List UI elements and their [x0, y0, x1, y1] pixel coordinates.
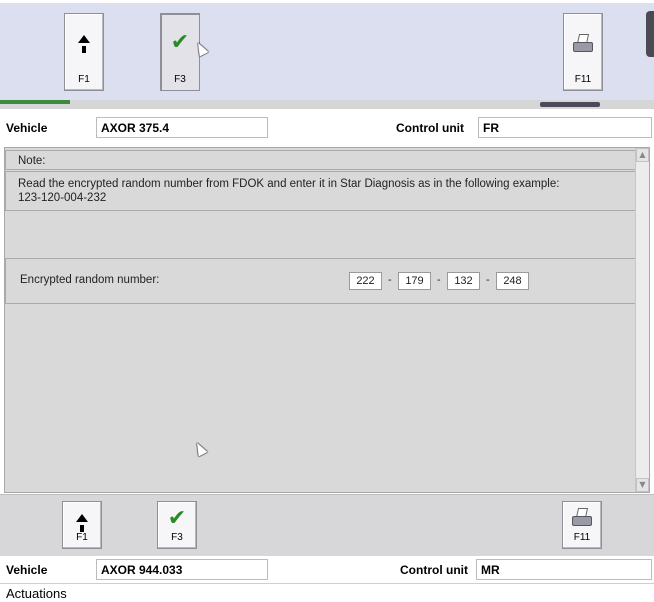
separator: - — [437, 274, 441, 286]
window-edge — [646, 11, 654, 57]
f11-key-label: F11 — [574, 74, 592, 85]
note-text-line2: 123-120-004-232 — [18, 192, 107, 204]
f11-print-button[interactable]: F11 — [562, 501, 602, 549]
dialog-panel: Note: Read the encrypted random number f… — [4, 147, 650, 493]
f1-back-button[interactable]: F1 — [62, 501, 102, 549]
top-toolbar: F1 ✔ F3 F11 — [0, 0, 654, 100]
vehicle-info-row: Vehicle AXOR 375.4 Control unit FR — [0, 115, 654, 141]
vehicle-label: Vehicle — [6, 563, 48, 577]
vehicle-field: AXOR 375.4 — [96, 117, 268, 138]
arrow-up-icon — [63, 511, 101, 532]
bottom-toolbar: F1 ✔ F3 F11 — [0, 494, 654, 556]
encrypted-number-field-3[interactable]: 132 — [447, 272, 480, 290]
vehicle-info-row: Vehicle AXOR 944.033 Control unit MR — [0, 557, 654, 583]
printer-icon — [564, 34, 602, 57]
vehicle-field: AXOR 944.033 — [96, 559, 268, 580]
f3-key-label: F3 — [174, 74, 186, 85]
checkmark-icon: ✔ — [167, 506, 187, 531]
control-unit-label: Control unit — [400, 563, 468, 577]
scroll-down-icon[interactable]: ▼ — [636, 478, 649, 492]
note-heading: Note: — [5, 150, 637, 170]
f1-back-button[interactable]: F1 — [64, 13, 104, 91]
f3-key-label: F3 — [171, 532, 183, 543]
encrypted-number-section: Encrypted random number: 222 - 179 - 132… — [5, 258, 637, 304]
checkmark-icon: ✔ — [170, 30, 190, 55]
control-unit-field: FR — [478, 117, 652, 138]
f11-print-button[interactable]: F11 — [563, 13, 603, 91]
scroll-up-icon[interactable]: ▲ — [636, 148, 649, 162]
separator: - — [486, 274, 490, 286]
f3-confirm-button[interactable]: ✔ F3 — [157, 501, 197, 549]
note-text-line1: Read the encrypted random number from FD… — [18, 178, 560, 190]
f1-key-label: F1 — [78, 74, 90, 85]
f1-key-label: F1 — [76, 532, 88, 543]
encrypted-number-field-1[interactable]: 222 — [349, 272, 382, 290]
actuations-section-label[interactable]: Actuations — [0, 583, 654, 602]
f3-confirm-button[interactable]: ✔ F3 — [160, 13, 200, 91]
separator: - — [388, 274, 392, 286]
f11-key-label: F11 — [573, 532, 591, 543]
vehicle-label: Vehicle — [6, 121, 48, 135]
encrypted-number-label: Encrypted random number: — [20, 274, 160, 286]
control-unit-label: Control unit — [396, 121, 464, 135]
control-unit-field: MR — [476, 559, 652, 580]
note-text: Read the encrypted random number from FD… — [5, 171, 637, 211]
arrow-up-icon — [65, 32, 103, 53]
encrypted-number-field-4[interactable]: 248 — [496, 272, 529, 290]
encrypted-number-field-2[interactable]: 179 — [398, 272, 431, 290]
printer-icon — [563, 508, 601, 531]
toolbar-divider — [0, 100, 654, 109]
vertical-scrollbar[interactable]: ▲ ▼ — [635, 148, 649, 492]
